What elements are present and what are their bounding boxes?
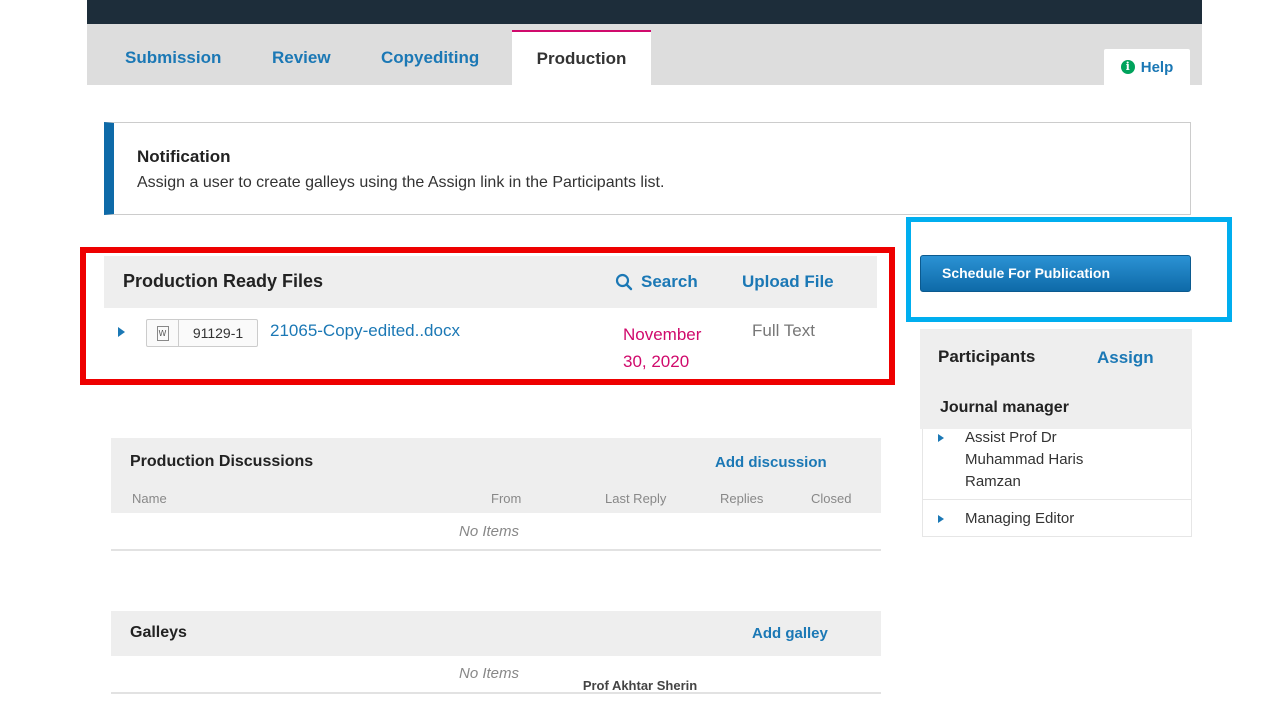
expand-arrow-icon[interactable]: [938, 515, 944, 523]
red-highlight-frame: [80, 247, 895, 385]
production-discussions-header: Production Discussions Add discussion Na…: [111, 438, 881, 513]
add-discussion-link[interactable]: Add discussion: [715, 454, 827, 471]
footer-credit: Prof Akhtar Sherin: [582, 678, 698, 693]
galleys-title: Galleys: [130, 624, 187, 641]
tab-submission[interactable]: Submission: [125, 34, 221, 85]
participant-item[interactable]: Managing Editor: [965, 508, 1074, 530]
column-header-from[interactable]: From: [491, 491, 521, 506]
participant-group-label: Journal manager: [940, 399, 1069, 416]
column-header-closed[interactable]: Closed: [811, 491, 851, 506]
production-discussions-body: No Items: [111, 513, 881, 551]
column-header-name[interactable]: Name: [132, 491, 167, 506]
assign-link[interactable]: Assign: [1097, 348, 1154, 368]
notification-text: Assign a user to create galleys using th…: [137, 174, 665, 191]
galleys-header: Galleys Add galley: [111, 611, 881, 656]
participants-list: Assist Prof Dr Muhammad Haris Ramzan Man…: [922, 429, 1192, 537]
no-items-text: No Items: [459, 523, 520, 540]
participants-header: Participants Assign Journal manager: [920, 329, 1192, 429]
participant-item[interactable]: Assist Prof Dr Muhammad Haris Ramzan: [965, 427, 1083, 493]
add-galley-link[interactable]: Add galley: [752, 625, 828, 642]
tab-review[interactable]: Review: [272, 34, 331, 85]
info-icon: i: [1120, 60, 1135, 74]
column-header-replies[interactable]: Replies: [720, 491, 763, 506]
participant-divider: [923, 499, 1191, 500]
participants-title: Participants: [938, 347, 1036, 366]
notification-title: Notification: [137, 147, 231, 166]
top-header-bar: [87, 0, 1202, 24]
production-discussions-title: Production Discussions: [130, 453, 314, 470]
tab-copyediting[interactable]: Copyediting: [381, 34, 479, 85]
notification-box: Notification Assign a user to create gal…: [104, 122, 1191, 215]
help-label: Help: [1140, 58, 1174, 76]
tab-production[interactable]: Production: [512, 30, 651, 85]
column-header-last-reply[interactable]: Last Reply: [605, 491, 666, 506]
expand-arrow-icon[interactable]: [938, 434, 944, 442]
cyan-highlight-frame: [906, 217, 1232, 322]
help-button[interactable]: i Help: [1103, 48, 1191, 85]
